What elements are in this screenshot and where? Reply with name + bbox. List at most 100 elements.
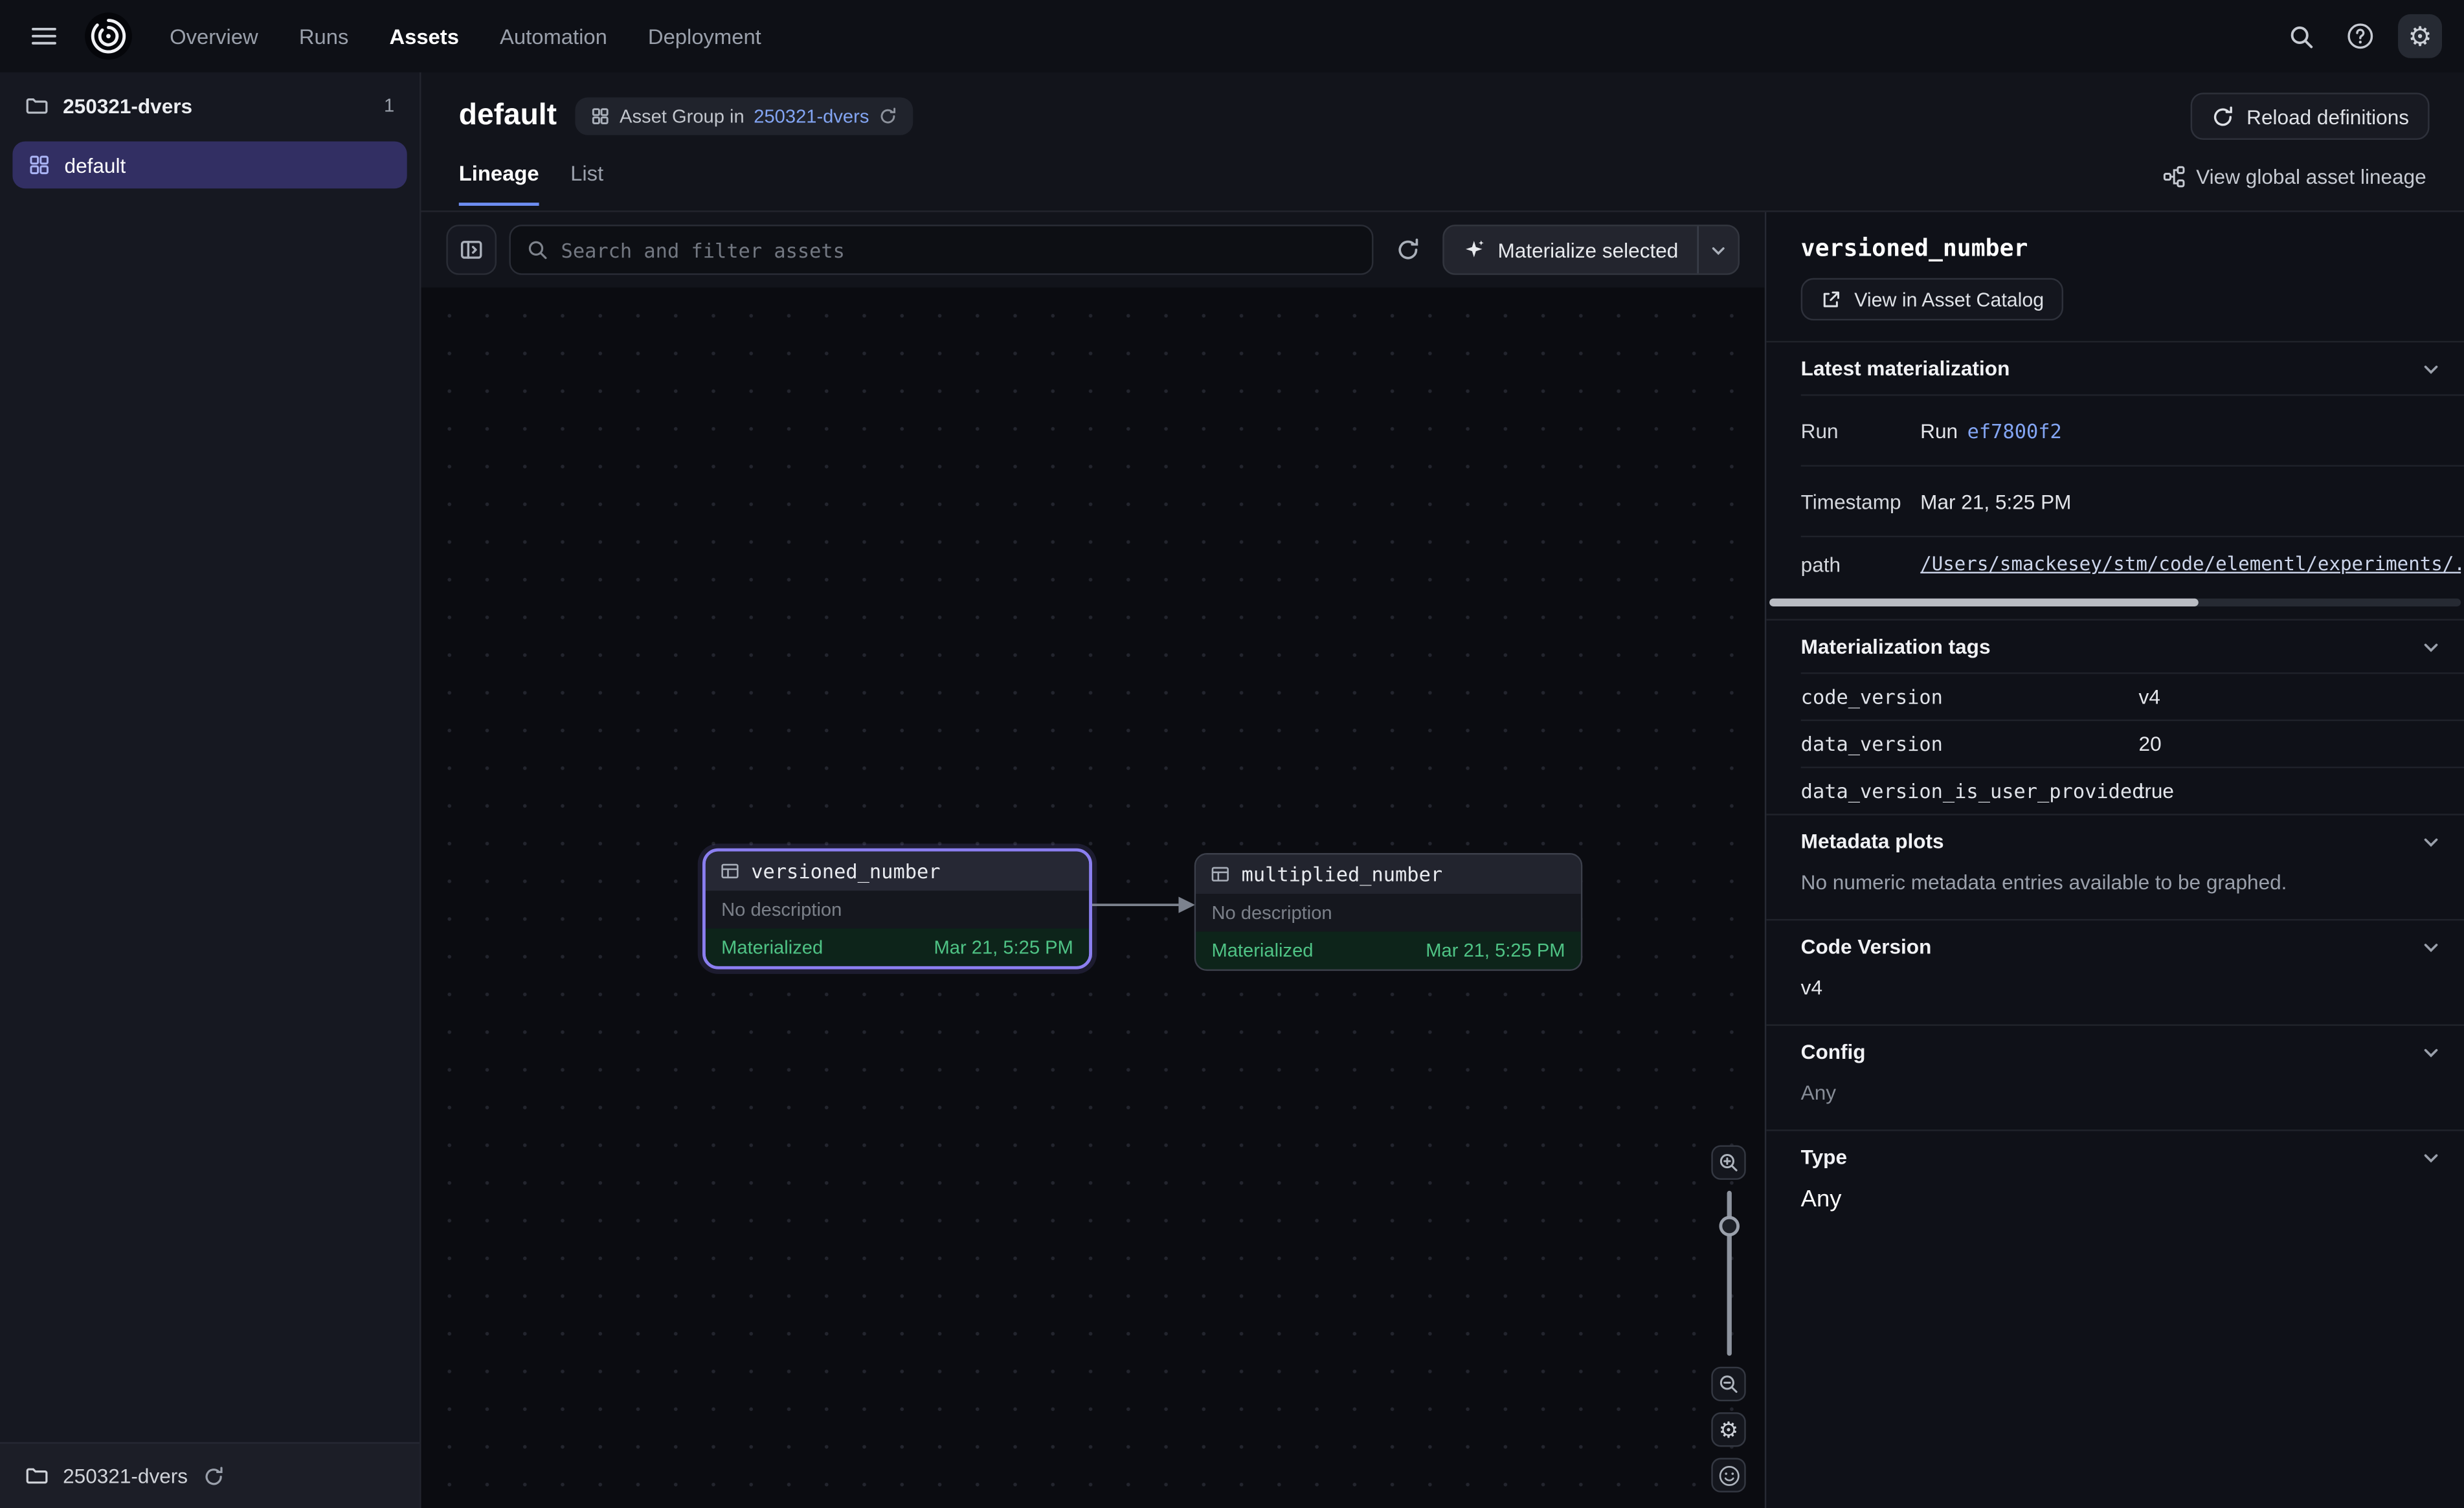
feedback-button[interactable] xyxy=(1711,1458,1745,1492)
materialize-button[interactable]: Materialize selected xyxy=(1444,227,1697,274)
sidebar-footer[interactable]: 250321-dvers xyxy=(0,1442,420,1508)
refresh-icon[interactable] xyxy=(879,107,897,126)
folder-icon xyxy=(25,93,49,116)
zoom-slider[interactable] xyxy=(1711,1191,1745,1356)
asset-node-description: No description xyxy=(1196,894,1581,931)
settings-button[interactable]: ⚙ xyxy=(2398,14,2442,58)
sidebar-group-count: 1 xyxy=(384,94,394,116)
nav-overview[interactable]: Overview xyxy=(170,18,258,54)
sidebar-group-row[interactable]: 250321-dvers 1 xyxy=(0,72,420,139)
nav-deployment[interactable]: Deployment xyxy=(648,18,761,54)
zoom-slider-handle[interactable] xyxy=(1718,1216,1739,1237)
hamburger-icon xyxy=(30,22,58,50)
badge-prefix: Asset Group in xyxy=(620,105,745,128)
asset-group-badge: Asset Group in 250321-dvers xyxy=(576,97,913,135)
sidebar-footer-label: 250321-dvers xyxy=(63,1464,188,1487)
run-prefix: Run xyxy=(1920,419,1958,442)
run-id-link[interactable]: ef7800f2 xyxy=(1967,419,2062,442)
asset-search[interactable] xyxy=(509,225,1373,275)
top-nav: Overview Runs Assets Automation Deployme… xyxy=(0,0,2464,72)
sidebar: 250321-dvers 1 default 250321-dvers xyxy=(0,72,421,1508)
section-title: Latest materialization xyxy=(1801,357,2010,380)
materialize-split-button: Materialize selected xyxy=(1443,225,1740,275)
badge-group-link[interactable]: 250321-dvers xyxy=(754,105,869,128)
reload-definitions-button[interactable]: Reload definitions xyxy=(2190,93,2430,140)
materialized-timestamp: Mar 21, 5:25 PM xyxy=(934,937,1073,959)
latest-materialization-table: Run Run ef7800f2 Timestamp Mar 21, 5:25 … xyxy=(1766,394,2464,590)
materialize-dropdown-button[interactable] xyxy=(1697,227,1738,274)
nav-automation[interactable]: Automation xyxy=(500,18,607,54)
help-button[interactable] xyxy=(2338,14,2382,58)
asset-search-input[interactable] xyxy=(561,238,1356,261)
asset-group-icon xyxy=(28,154,50,176)
zoom-out-button[interactable] xyxy=(1711,1367,1745,1401)
view-global-lineage-link[interactable]: View global asset lineage xyxy=(2162,165,2426,206)
table-row: data_version 20 xyxy=(1801,720,2464,767)
external-link-icon xyxy=(1820,288,1842,310)
search-icon xyxy=(2287,23,2314,49)
reload-icon xyxy=(2210,104,2234,128)
section-title: Metadata plots xyxy=(1801,830,1944,853)
tab-lineage[interactable]: Lineage xyxy=(459,162,539,206)
section-title: Config xyxy=(1801,1040,1866,1063)
chevron-down-icon xyxy=(2421,1148,2440,1166)
section-materialization-tags: Materialization tags code_version v4 dat… xyxy=(1766,619,2464,814)
section-latest-header[interactable]: Latest materialization xyxy=(1766,342,2464,394)
scrollbar-thumb[interactable] xyxy=(1769,599,2198,606)
folder-icon xyxy=(25,1464,49,1487)
type-value: Any xyxy=(1766,1183,2464,1245)
materialized-status: Materialized xyxy=(721,937,823,959)
zoom-in-icon xyxy=(1718,1151,1740,1173)
run-label: Run xyxy=(1801,419,1920,442)
view-in-catalog-button[interactable]: View in Asset Catalog xyxy=(1801,278,2063,321)
lineage-graph[interactable]: versioned_number No description Material… xyxy=(421,287,1765,1508)
menu-button[interactable] xyxy=(22,14,66,58)
refresh-graph-button[interactable] xyxy=(1386,228,1430,272)
asset-details-panel: versioned_number View in Asset Catalog L… xyxy=(1765,212,2464,1508)
chevron-down-icon xyxy=(2421,359,2440,378)
lineage-graph-icon xyxy=(2162,165,2185,188)
tab-list[interactable]: List xyxy=(570,162,603,206)
table-icon xyxy=(1210,864,1231,885)
gear-icon: ⚙ xyxy=(1719,1419,1738,1441)
table-row: Timestamp Mar 21, 5:25 PM xyxy=(1801,465,2464,535)
sidebar-group-name: 250321-dvers xyxy=(63,93,192,116)
section-config: Config Any xyxy=(1766,1025,2464,1130)
timestamp-value: Mar 21, 5:25 PM xyxy=(1920,489,2461,513)
section-metadata-header[interactable]: Metadata plots xyxy=(1766,815,2464,867)
zoom-in-button[interactable] xyxy=(1711,1146,1745,1180)
expand-panel-button[interactable] xyxy=(446,225,497,275)
global-search-button[interactable] xyxy=(2279,14,2323,58)
tags-table: code_version v4 data_version 20 data_ver… xyxy=(1766,672,2464,814)
lineage-edge xyxy=(1092,893,1196,918)
help-icon xyxy=(2346,22,2375,50)
refresh-icon[interactable] xyxy=(202,1465,224,1487)
tag-key: data_version_is_user_provided xyxy=(1801,779,2139,803)
section-type-header[interactable]: Type xyxy=(1766,1131,2464,1183)
asset-node-multiplied-number[interactable]: multiplied_number No description Materia… xyxy=(1194,853,1583,971)
asset-node-versioned-number[interactable]: versioned_number No description Material… xyxy=(702,848,1092,970)
chevron-down-icon xyxy=(1710,241,1727,259)
chevron-down-icon xyxy=(2421,937,2440,956)
refresh-icon xyxy=(1396,238,1421,263)
graph-settings-button[interactable]: ⚙ xyxy=(1711,1412,1745,1447)
tabs: Lineage List View global asset lineage xyxy=(421,143,2464,206)
nav-assets[interactable]: Assets xyxy=(389,18,458,54)
tag-value: 20 xyxy=(2139,732,2464,755)
dagster-logo[interactable] xyxy=(85,12,132,60)
gear-icon: ⚙ xyxy=(2408,23,2432,49)
tag-value: true xyxy=(2139,779,2464,803)
section-config-header[interactable]: Config xyxy=(1766,1026,2464,1078)
section-code-version-header[interactable]: Code Version xyxy=(1766,920,2464,972)
asset-group-icon xyxy=(591,107,610,126)
horizontal-scrollbar[interactable] xyxy=(1769,599,2461,606)
page-header: default Asset Group in 250321-dvers Relo… xyxy=(421,72,2464,212)
section-title: Code Version xyxy=(1801,935,1932,958)
materialized-status: Materialized xyxy=(1211,940,1313,962)
sidebar-item-default[interactable]: default xyxy=(12,141,407,188)
path-link[interactable]: /Users/smackesey/stm/code/elementl/exper… xyxy=(1920,553,2461,575)
nav-runs[interactable]: Runs xyxy=(299,18,348,54)
section-tags-header[interactable]: Materialization tags xyxy=(1766,621,2464,672)
table-row: Run Run ef7800f2 xyxy=(1801,394,2464,465)
chevron-down-icon xyxy=(2421,832,2440,850)
